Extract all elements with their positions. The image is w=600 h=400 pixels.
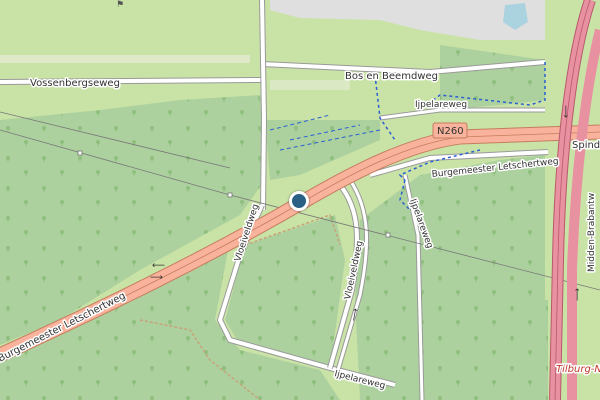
map-symbol-icon: ⚑ xyxy=(116,0,124,10)
power-tower-2 xyxy=(227,192,233,198)
map-canvas[interactable]: ⟵ ⟶ ⟶ ⟶ ⟶ ⟶ ⚑ Vossenbergseweg Bos en Bee… xyxy=(0,0,600,400)
field-strip-2 xyxy=(270,80,350,90)
power-tower-1 xyxy=(77,150,83,156)
oneway-arrow-1: ⟵ xyxy=(152,261,165,271)
oneway-arrow-6: ⟶ xyxy=(573,288,583,301)
label-spinder: Spind xyxy=(572,140,600,151)
label-vossenbergseweg: Vossenbergseweg xyxy=(30,78,120,89)
location-marker[interactable] xyxy=(289,191,309,211)
label-ijpelareweg-top: Ijpelareweg xyxy=(415,100,467,110)
label-n260: N260 xyxy=(437,126,464,137)
shield-n260: N260 xyxy=(432,122,468,139)
label-bos-en-beemdweg: Bos en Beemdweg xyxy=(345,71,438,82)
oneway-arrow-2: ⟶ xyxy=(150,273,163,283)
power-tower-3 xyxy=(385,232,391,238)
label-midden-brabantweg: Midden-Brabantw xyxy=(587,193,597,272)
road-vertical-north-fill xyxy=(260,0,267,211)
label-tilburg: Tilburg-N xyxy=(556,364,600,375)
oneway-arrow-5: ⟶ xyxy=(560,105,570,118)
field-strip xyxy=(0,55,250,63)
forest-area-south-east xyxy=(420,300,548,400)
